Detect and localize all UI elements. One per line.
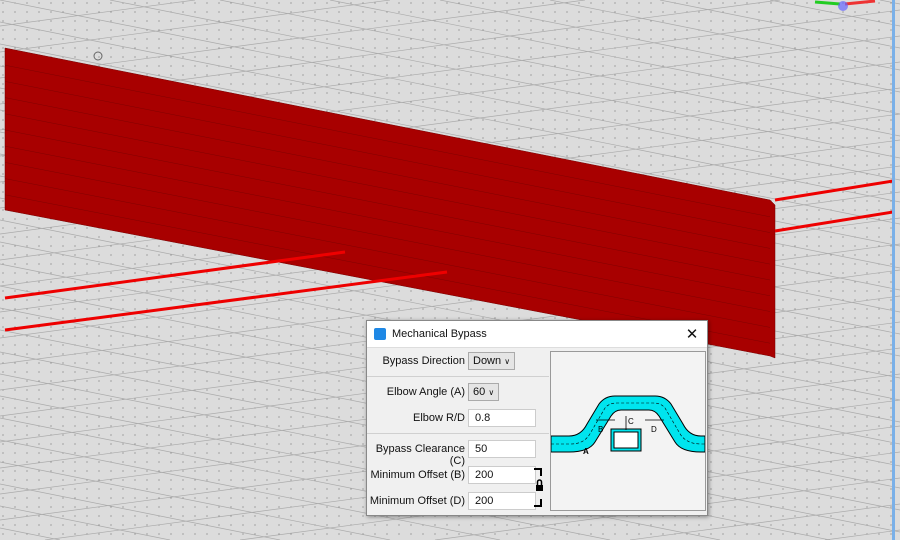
- bypass-direction-value: Down: [473, 355, 502, 367]
- divider: [367, 376, 549, 377]
- label-d: D: [651, 425, 657, 434]
- bypass-direction-label: Bypass Direction: [382, 355, 465, 367]
- viewport-border: [892, 0, 895, 540]
- elbow-rd-input[interactable]: 0.8: [468, 409, 536, 427]
- dialog-title: Mechanical Bypass: [392, 328, 487, 340]
- elbow-angle-select[interactable]: 60 ∨: [468, 383, 500, 401]
- elbow-angle-value: 60: [473, 386, 486, 398]
- bypass-clearance-label: Bypass Clearance (C): [375, 443, 465, 467]
- label-a: A: [583, 447, 589, 456]
- mechanical-bypass-dialog: Mechanical Bypass ✕ Bypass Direction Dow…: [366, 320, 708, 516]
- application-window: Mechanical Bypass ✕ Bypass Direction Dow…: [0, 0, 900, 540]
- bypass-direction-select[interactable]: Down ∨: [468, 352, 516, 370]
- label-b: B: [598, 425, 603, 434]
- chevron-down-icon: ∨: [488, 388, 495, 397]
- bypass-diagram: B C D A: [550, 351, 706, 511]
- label-c: C: [628, 417, 634, 426]
- close-icon[interactable]: ✕: [677, 325, 707, 343]
- min-offset-b-input[interactable]: 200: [468, 466, 536, 484]
- elbow-rd-label: Elbow R/D: [413, 412, 465, 424]
- chevron-down-icon: ∨: [504, 357, 511, 366]
- min-offset-d-input[interactable]: 200: [468, 492, 536, 510]
- min-offset-d-label: Minimum Offset (D): [369, 495, 465, 507]
- elbow-angle-label: Elbow Angle (A): [386, 386, 465, 398]
- title-bar[interactable]: Mechanical Bypass ✕: [367, 321, 707, 348]
- app-icon: [374, 328, 386, 340]
- bypass-clearance-input[interactable]: 50: [468, 440, 536, 458]
- min-offset-b-label: Minimum Offset (B): [370, 469, 465, 481]
- divider: [367, 433, 549, 434]
- lock-icon[interactable]: [533, 468, 545, 508]
